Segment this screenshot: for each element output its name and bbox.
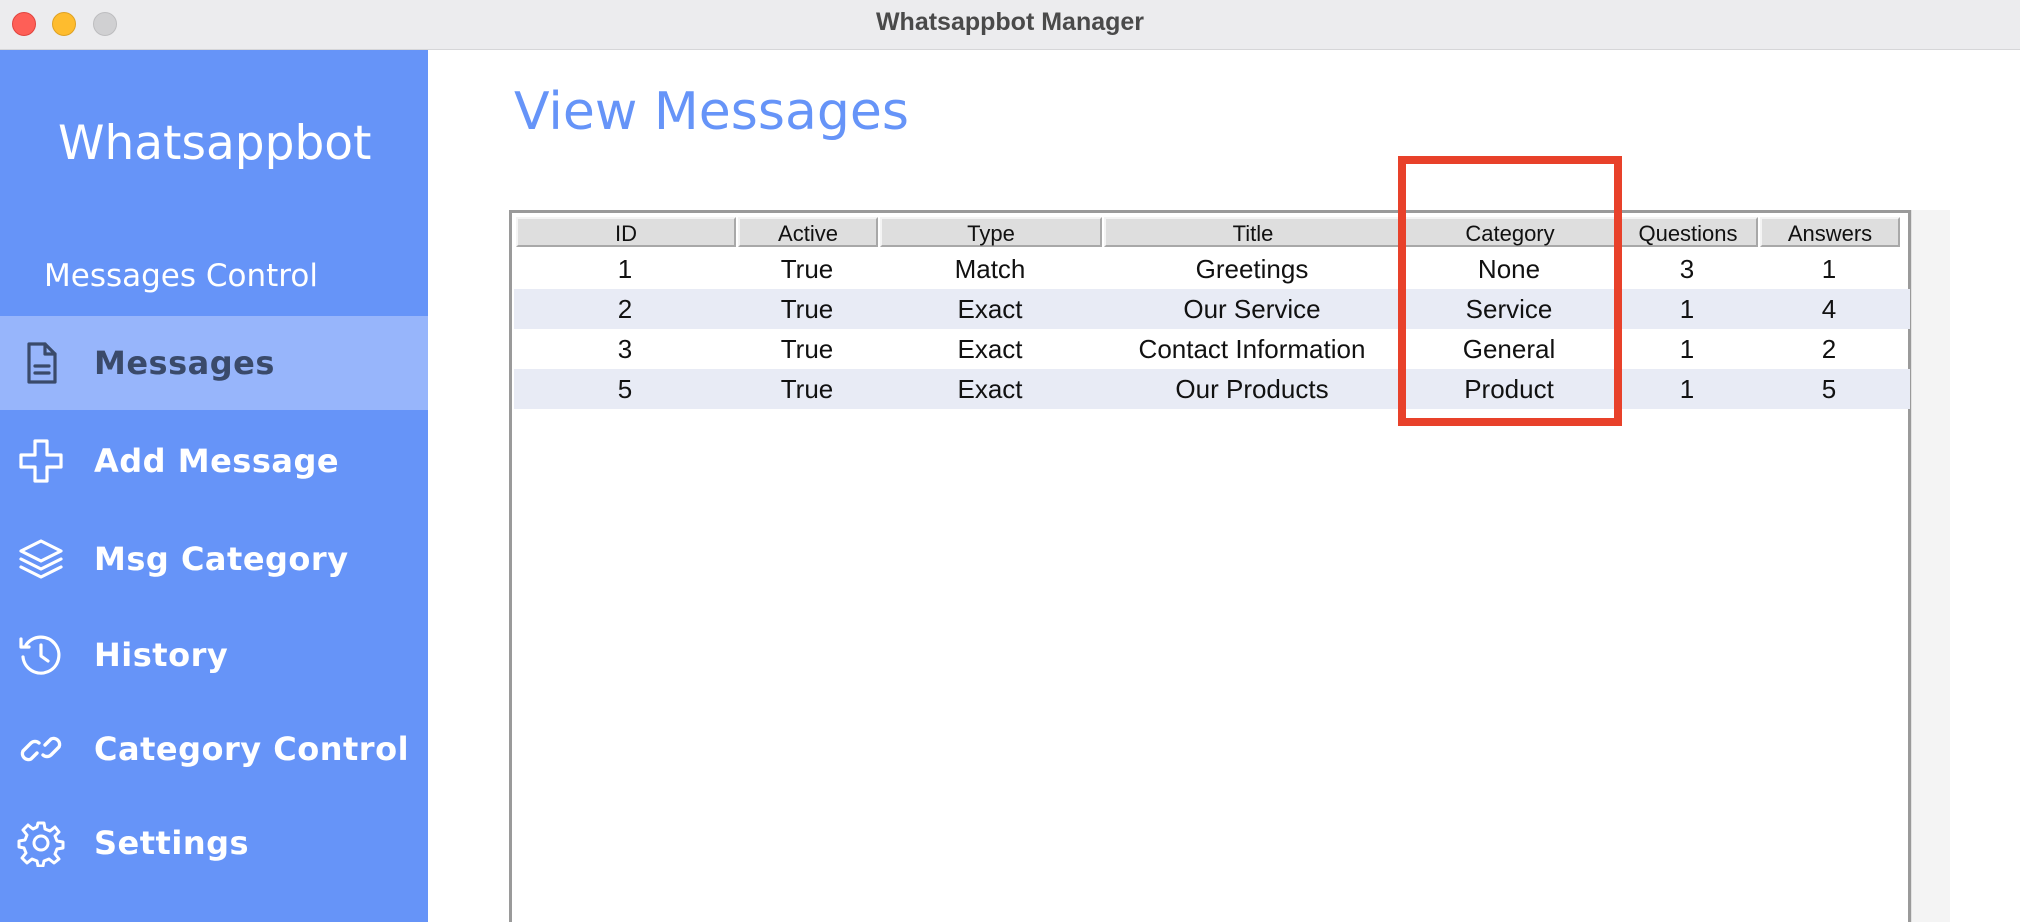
cell-type: Match [954, 254, 1026, 284]
cell-questions: 1 [1679, 374, 1695, 404]
sidebar: Whatsappbot Messages Control Messages Ad… [0, 50, 428, 922]
sidebar-item-label: Category Control [94, 730, 410, 768]
cell-category: Service [1465, 294, 1553, 324]
cell-answers: 2 [1821, 334, 1837, 364]
page-title: View Messages [514, 82, 909, 142]
table-row[interactable]: 5 True Exact Our Products Product 1 5 [514, 369, 1910, 409]
sidebar-item-label: Add Message [94, 442, 340, 480]
column-header-questions[interactable]: Questions [1618, 217, 1758, 247]
cell-category: Product [1464, 374, 1554, 404]
cell-answers: 4 [1821, 294, 1837, 324]
sidebar-item-label: History [94, 636, 229, 674]
sidebar-item-messages[interactable]: Messages [0, 316, 428, 410]
cell-questions: 3 [1679, 254, 1695, 284]
messages-table: ID Active Type Title Category Questions … [509, 210, 1911, 922]
column-header-type[interactable]: Type [880, 217, 1102, 247]
link-icon [16, 724, 66, 774]
cell-questions: 1 [1679, 334, 1695, 364]
table-scrollbar[interactable] [1911, 210, 1950, 922]
cell-type: Exact [957, 374, 1023, 404]
cell-title: Greetings [1195, 254, 1309, 284]
cell-title: Contact Information [1138, 334, 1366, 364]
table-row[interactable]: 2 True Exact Our Service Service 1 4 [514, 289, 1910, 329]
document-icon [16, 338, 66, 388]
cell-active: True [780, 374, 834, 404]
cell-active: True [780, 294, 834, 324]
table-row[interactable]: 1 True Match Greetings None 3 1 [514, 249, 1910, 289]
sidebar-item-add-message[interactable]: Add Message [0, 414, 428, 508]
history-icon [16, 630, 66, 680]
column-header-active[interactable]: Active [738, 217, 878, 247]
cell-questions: 1 [1679, 294, 1695, 324]
cell-title: Our Service [1183, 294, 1321, 324]
cell-type: Exact [957, 294, 1023, 324]
table-body: 1 True Match Greetings None 3 1 2 True E… [514, 249, 1910, 409]
sidebar-section-title: Messages Control [44, 258, 318, 294]
cell-type: Exact [957, 334, 1023, 364]
cell-id: 5 [617, 374, 633, 404]
table-row[interactable]: 3 True Exact Contact Information General… [514, 329, 1910, 369]
sidebar-item-label: Messages [94, 344, 275, 382]
sidebar-item-msg-category[interactable]: Msg Category [0, 512, 428, 606]
gear-icon [16, 818, 66, 868]
layers-icon [16, 534, 66, 584]
cell-id: 2 [617, 294, 633, 324]
sidebar-item-settings[interactable]: Settings [0, 796, 428, 890]
column-header-title[interactable]: Title [1104, 217, 1402, 247]
cell-category: None [1477, 254, 1541, 284]
cell-answers: 1 [1821, 254, 1837, 284]
column-header-id[interactable]: ID [516, 217, 736, 247]
sidebar-item-label: Settings [94, 824, 250, 862]
plus-icon [16, 436, 66, 486]
column-header-category[interactable]: Category [1404, 217, 1616, 247]
cell-active: True [780, 334, 834, 364]
cell-answers: 5 [1821, 374, 1837, 404]
window-title: Whatsappbot Manager [875, 8, 1145, 36]
app-brand: Whatsappbot [58, 116, 372, 171]
sidebar-item-category-control[interactable]: Category Control [0, 702, 428, 796]
sidebar-item-history[interactable]: History [0, 608, 428, 702]
sidebar-item-label: Msg Category [94, 540, 349, 578]
title-bar: Whatsappbot Manager [0, 0, 2020, 50]
cell-active: True [780, 254, 834, 284]
column-header-answers[interactable]: Answers [1760, 217, 1900, 247]
cell-id: 3 [617, 334, 633, 364]
cell-title: Our Products [1175, 374, 1329, 404]
cell-category: General [1462, 334, 1556, 364]
cell-id: 1 [617, 254, 633, 284]
